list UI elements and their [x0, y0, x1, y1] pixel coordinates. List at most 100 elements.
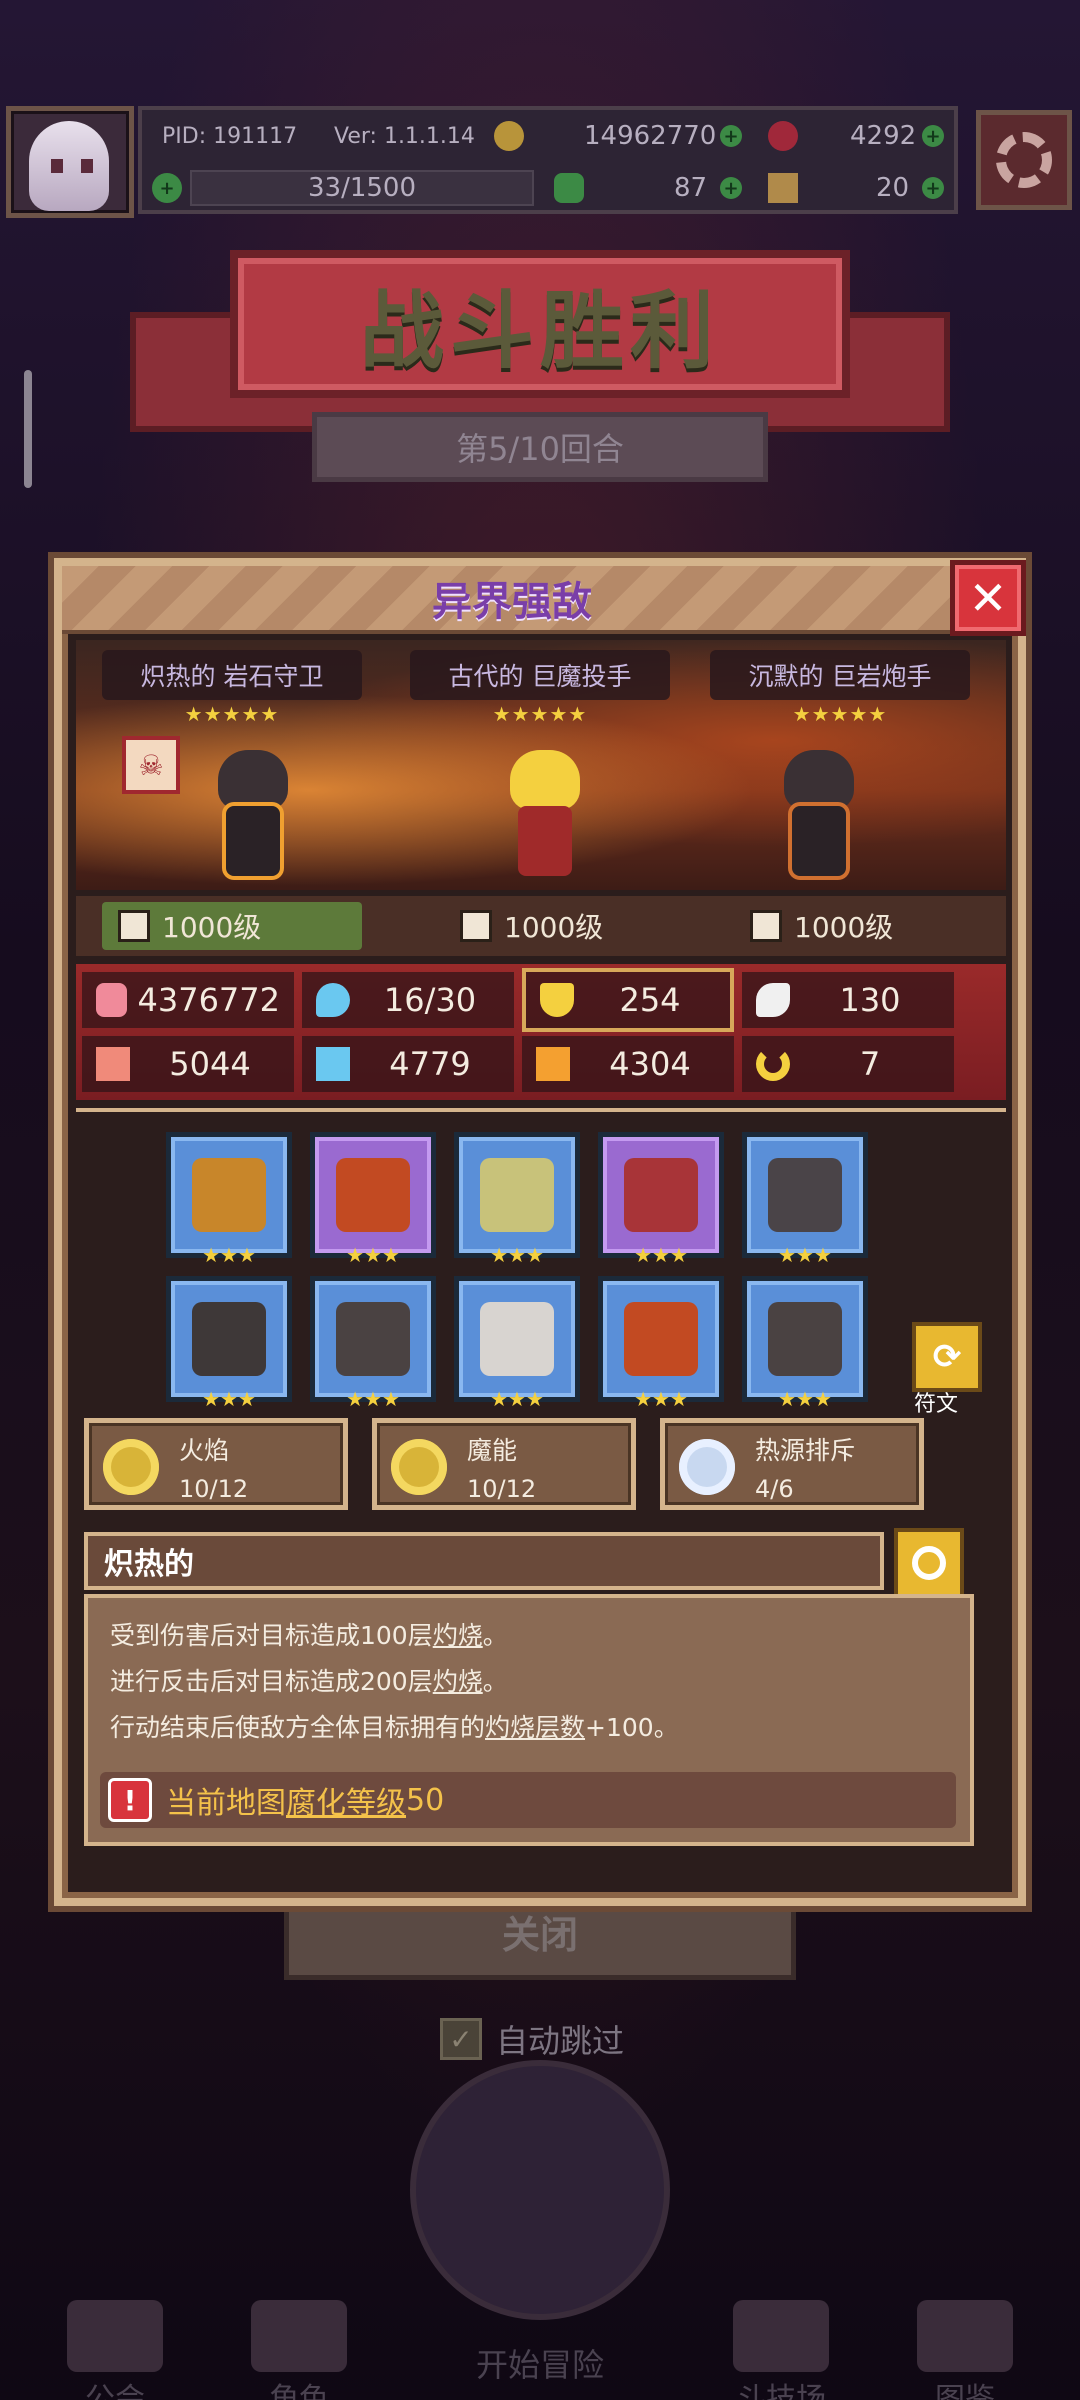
section-divider	[76, 1108, 1006, 1112]
nav-character[interactable]: 角色	[214, 2300, 384, 2400]
set-bonus-magic[interactable]: 魔能 10/12	[372, 1418, 636, 1510]
start-adventure-label: 开始冒险	[475, 2346, 604, 2384]
equipment-stars: ★★★	[346, 1243, 400, 1267]
burn-keyword[interactable]: 灼烧	[433, 1667, 483, 1696]
nav-codex[interactable]: 图鉴	[880, 2300, 1050, 2400]
horseshoe-icon	[756, 1047, 790, 1081]
pid-text: PID: 191117	[162, 123, 298, 149]
stat-magic-defense: 4304	[522, 1036, 734, 1092]
close-modal-button[interactable]: ✕	[950, 560, 1026, 636]
boss-skull-icon[interactable]: ☠	[122, 736, 180, 794]
equipment-slot[interactable]: ★★★	[454, 1276, 580, 1411]
gold-coin-icon	[494, 121, 524, 151]
stat-attack-value: 5044	[169, 1045, 251, 1083]
stat-speed-value: 130	[839, 981, 901, 1019]
auto-skip-label: 自动跳过	[496, 2022, 625, 2060]
magic-set-coin-icon	[391, 1439, 447, 1495]
helmet-icon	[192, 1302, 266, 1376]
modal-title: 异界强敌	[432, 579, 592, 625]
auto-skip-checkbox[interactable]: ✓	[440, 2018, 482, 2060]
stat-mana: 16/30	[302, 972, 514, 1028]
crossed-swords-icon	[733, 2300, 829, 2372]
close-icon: ✕	[968, 571, 1008, 625]
fist-icon	[96, 1047, 130, 1081]
sword-icon	[118, 910, 150, 942]
guild-icon	[67, 2300, 163, 2372]
add-key-button[interactable]: +	[922, 177, 944, 199]
enemy-sprite-rock-guard[interactable]	[198, 750, 308, 880]
enemy-level-3[interactable]: 1000级	[750, 902, 893, 950]
add-clover-button[interactable]: +	[720, 177, 742, 199]
wing-icon	[756, 983, 790, 1017]
corruption-warning: ! 当前地图 腐化等级 50	[100, 1772, 956, 1828]
nav-guild[interactable]: 公会	[30, 2300, 200, 2400]
swap-icon: ⟳	[932, 1337, 962, 1377]
burn-stacks-keyword[interactable]: 灼烧层数	[485, 1713, 585, 1742]
equipment-slot[interactable]: ★★★	[166, 1132, 292, 1267]
gem-amount: 4292	[850, 121, 917, 151]
belt-icon	[624, 1302, 698, 1376]
close-result-label: 关闭	[501, 1912, 578, 1957]
stat-mana-value: 16/30	[383, 981, 477, 1019]
enemy-name-3: 沉默的 巨岩炮手	[710, 650, 970, 700]
stat-hp-value: 4376772	[137, 981, 280, 1019]
corruption-level-keyword[interactable]: 腐化等级	[286, 1778, 406, 1822]
add-stamina-button[interactable]: +	[152, 173, 182, 203]
equipment-stars: ★★★	[346, 1387, 400, 1411]
equipment-stars: ★★★	[202, 1387, 256, 1411]
add-gem-button[interactable]: +	[922, 125, 944, 147]
equipment-slot[interactable]: ★★★	[454, 1132, 580, 1267]
detail-button[interactable]	[894, 1528, 964, 1598]
set-name-1: 火焰	[179, 1436, 230, 1465]
enemy-sprite-troll-thrower[interactable]	[490, 750, 600, 880]
auto-skip-toggle[interactable]: ✓ 自动跳过	[440, 2016, 624, 2062]
nav-arena[interactable]: 斗技场	[696, 2300, 866, 2400]
stat-magic-value: 4779	[389, 1045, 471, 1083]
equipment-slot[interactable]: ★★★	[742, 1276, 868, 1411]
gold-amount: 14962770	[584, 121, 717, 151]
key-icon	[768, 173, 798, 203]
set-bonus-fire[interactable]: 火焰 10/12	[84, 1418, 348, 1510]
staff-icon	[192, 1158, 266, 1232]
equipment-slot[interactable]: ★★★	[598, 1276, 724, 1411]
enemy-sprite-boulder-gunner[interactable]	[764, 750, 874, 880]
key-amount: 20	[876, 173, 910, 203]
equipment-stars: ★★★	[634, 1243, 688, 1267]
nav-guild-label: 公会	[85, 2382, 145, 2400]
amulet-icon	[480, 1158, 554, 1232]
set-bonus-heat-repel[interactable]: 热源排斥 4/6	[660, 1418, 924, 1510]
character-icon	[251, 2300, 347, 2372]
set-count-2: 10/12	[467, 1475, 537, 1503]
level-icon	[750, 910, 782, 942]
equipment-slot[interactable]: ★★★	[310, 1132, 436, 1267]
burn-keyword[interactable]: 灼烧	[433, 1621, 483, 1650]
trait-description: 受到伤害后对目标造成100层灼烧。 进行反击后对目标造成200层灼烧。 行动结束…	[84, 1594, 974, 1846]
enemy-level-1[interactable]: 1000级	[102, 902, 362, 950]
shield-icon	[336, 1158, 410, 1232]
equipment-slot[interactable]: ★★★	[598, 1132, 724, 1267]
rune-label: 符文	[914, 1392, 959, 1417]
add-gold-button[interactable]: +	[720, 125, 742, 147]
boots-icon	[768, 1302, 842, 1376]
equipment-slot[interactable]: ★★★	[310, 1276, 436, 1411]
equipment-slot[interactable]: ★★★	[742, 1132, 868, 1267]
round-text: 第5/10回合	[456, 430, 624, 468]
equipment-stars: ★★★	[490, 1387, 544, 1411]
ring-icon	[768, 1158, 842, 1232]
player-avatar[interactable]	[6, 106, 134, 218]
nav-arena-label: 斗技场	[736, 2382, 826, 2400]
stat-luck-value: 7	[859, 1045, 881, 1083]
rune-button[interactable]: ⟳	[912, 1322, 982, 1392]
settings-button[interactable]	[976, 110, 1072, 210]
level-row: 1000级 1000级 1000级	[76, 896, 1006, 956]
equipment-slot[interactable]: ★★★	[166, 1276, 292, 1411]
trait-name: 炽热的	[104, 1547, 194, 1582]
enemy-name-1: 炽热的 岩石守卫	[102, 650, 362, 700]
enemy-info-modal: 异界强敌 ✕ 炽热的 岩石守卫 ★★★★★ 古代的 巨魔投手 ★★★★★ 沉默的…	[54, 558, 1026, 1906]
armor-icon	[336, 1302, 410, 1376]
top-bar: PID: 191117 Ver: 1.1.1.14 14962770 + 429…	[0, 100, 1080, 220]
set-name-3: 热源排斥	[755, 1436, 856, 1465]
enemy-level-2[interactable]: 1000级	[460, 902, 603, 950]
equipment-stars: ★★★	[490, 1243, 544, 1267]
set-count-1: 10/12	[179, 1475, 249, 1503]
